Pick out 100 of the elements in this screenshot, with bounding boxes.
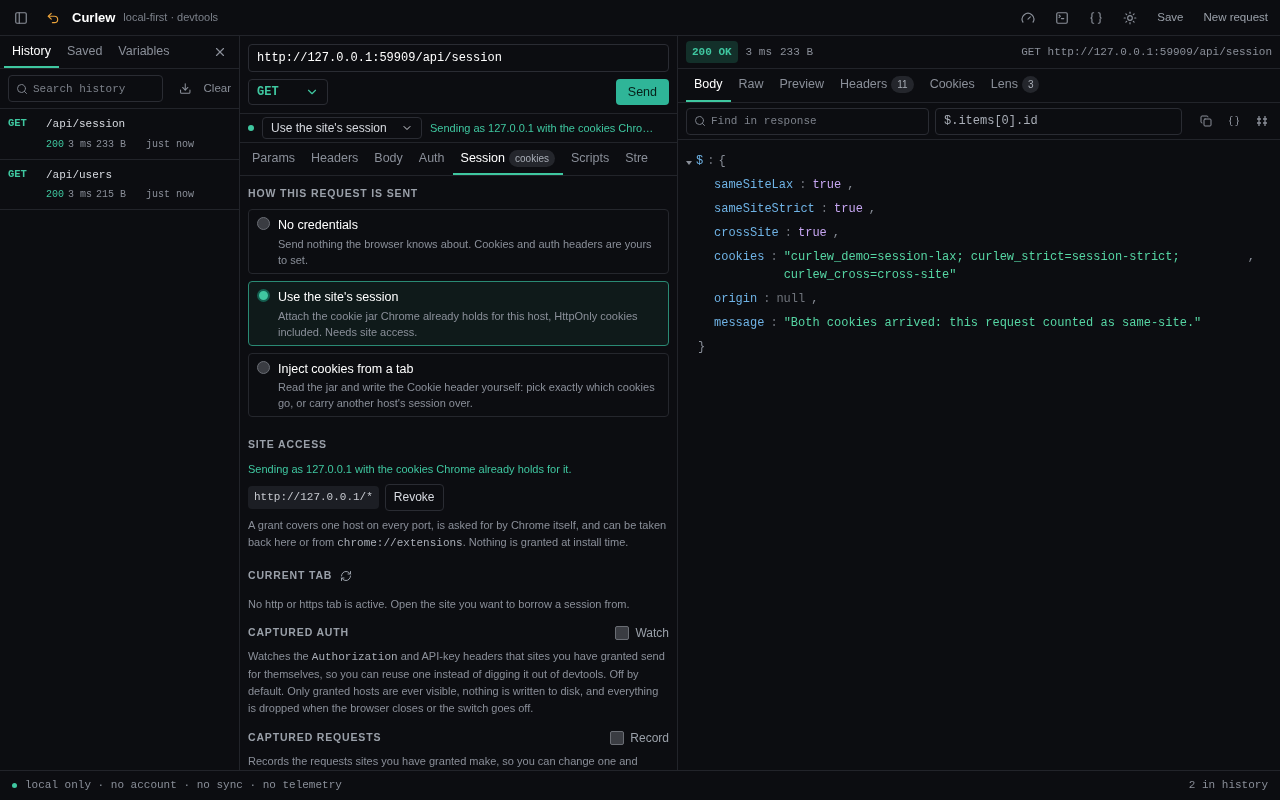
checkbox[interactable] (610, 731, 625, 745)
json-comma: , (1247, 249, 1255, 266)
section-heading: CAPTURED REQUESTS (248, 730, 382, 746)
toolbar-button[interactable]: Save (1157, 8, 1184, 27)
sidebar-tab[interactable]: History (4, 36, 59, 68)
json-colon: : (763, 291, 771, 308)
caret-icon[interactable] (686, 160, 692, 166)
response-tab[interactable]: Body (686, 69, 731, 102)
request-path: /api/session (46, 117, 127, 132)
toggle-checkbox[interactable]: Record (610, 729, 669, 747)
credential-option[interactable]: No credentials Send nothing the browser knows about. Cookies and auth headers are yours to set. (248, 209, 669, 274)
count-badge: 3 (1021, 76, 1040, 93)
terminal-icon[interactable] (1055, 10, 1070, 25)
json-value: true (834, 201, 863, 218)
option-description: Read the jar and write the Cookie header yourself: pick exactly which cookies go, or carry another host's session over. (278, 380, 656, 412)
session-mode-select[interactable]: Use the site's session (262, 117, 422, 140)
option-title: Inject cookies from a tab (278, 360, 415, 378)
revoke-button[interactable]: Revoke (384, 483, 444, 511)
credential-option[interactable]: Inject cookies from a tab Read the jar and write the Cookie header yourself: pick exactly which cookies go, or carry another host's session over. (248, 352, 669, 418)
json-key: sameSiteLax (714, 176, 794, 194)
sidebar-toggle-icon[interactable] (14, 10, 28, 25)
radio-button[interactable] (257, 288, 270, 302)
send-button[interactable]: Send (615, 79, 669, 105)
request-tab[interactable]: Auth (410, 143, 453, 176)
request-path: /api/users (46, 167, 113, 183)
history-item[interactable]: GET /api/session 200 3 ms 233 B just now (0, 109, 239, 160)
response-tab[interactable]: Raw (730, 69, 772, 102)
request-tab[interactable]: Headers (303, 143, 367, 176)
request-tab[interactable]: Session cookies (452, 143, 563, 176)
curved-arrow-logo-icon (46, 10, 60, 25)
access-status: Sending as 127.0.0.1 with the cookies Chrome already holds for it. (248, 462, 573, 478)
grant-note: A grant covers one host on every port, is asked for by Chrome itself, and can be taken back here or from chrome://extensions. Nothing is granted at install time. (248, 517, 668, 551)
history-item[interactable]: GET /api/users 200 3 ms 215 B just now (0, 159, 239, 210)
duration: 3 ms (68, 137, 93, 152)
current-tab-note: No http or https tab is active. Open the site you want to borrow a session from. (248, 596, 631, 612)
grant-pattern: http://127.0.0.1/* (248, 486, 379, 509)
section-heading: SITE ACCESS (248, 438, 327, 451)
copy-icon[interactable] (1200, 115, 1212, 127)
request-tab[interactable]: Stre (617, 143, 657, 176)
find-field[interactable]: Find in response (686, 107, 929, 135)
response-tab[interactable]: Cookies (921, 69, 983, 102)
request-tab[interactable]: Params (244, 143, 304, 176)
braces-icon[interactable] (1228, 115, 1240, 127)
timestamp: just now (146, 188, 195, 202)
timestamp: just now (146, 137, 195, 152)
tab-badge: cookies (509, 149, 555, 167)
response-tab[interactable]: Preview (771, 69, 832, 102)
theme-icon[interactable] (1123, 10, 1138, 25)
json-key: message (714, 314, 765, 332)
option-title: No credentials (278, 217, 359, 234)
method-label: GET (8, 166, 28, 182)
json-colon: : (770, 249, 778, 266)
search-icon (694, 115, 706, 128)
response-tab[interactable]: Headers 11 (832, 69, 922, 102)
json-key: sameSiteStrict (714, 200, 815, 218)
download-icon[interactable] (179, 82, 192, 95)
json-brace: } (697, 339, 707, 356)
requests-note: Records the requests sites you have granted make, so you can change one and (248, 754, 639, 769)
count-badge: 11 (891, 76, 914, 93)
request-tab[interactable]: Scripts (562, 143, 618, 176)
app-subtitle: local-first · devtools (123, 10, 219, 26)
method-label: GET (8, 116, 28, 131)
option-description: Attach the cookie jar Chrome already holds for this host, HttpOnly cookies included. Needs site access. (278, 308, 639, 340)
sidebar-tab[interactable]: Saved (58, 36, 111, 68)
status-text: local only · no account · no sync · no telemetry (25, 778, 342, 794)
option-title: Use the site's session (278, 288, 400, 306)
toolbar-button[interactable]: New request (1203, 8, 1268, 27)
url-field[interactable]: http://127.0.0.1:59909/api/session (248, 44, 669, 72)
checkbox-label: Watch (635, 625, 669, 642)
checkbox[interactable] (615, 626, 630, 640)
braces-icon[interactable] (1089, 10, 1104, 25)
radio-button[interactable] (257, 217, 270, 230)
json-root: $ (696, 153, 704, 170)
json-key: cookies (714, 248, 765, 266)
method-select[interactable]: GET (248, 79, 328, 105)
columns-icon[interactable] (1256, 115, 1268, 127)
credential-option[interactable]: Use the site's session Attach the cookie jar Chrome already holds for this host, HttpOnly cookies included. Needs site access. (248, 280, 669, 346)
sidebar-tab[interactable]: Variables (110, 36, 178, 68)
status-code: 200 (46, 137, 64, 152)
path-query-field[interactable]: $.items[0].id (935, 107, 1182, 135)
json-comma: , (847, 177, 855, 194)
app-title: Curlew (72, 8, 116, 27)
size: 215 B (96, 188, 127, 202)
search-field[interactable]: Search history (8, 75, 163, 103)
radio-button[interactable] (257, 360, 270, 374)
refresh-icon[interactable] (340, 569, 353, 582)
json-key: origin (714, 290, 758, 308)
response-tab[interactable]: Lens 3 (982, 69, 1048, 102)
search-icon (16, 82, 28, 95)
clear-button[interactable]: Clear (203, 79, 231, 98)
auth-note: Watches the Authorization and API-key headers that sites you have granted send for themselves, so you can reuse one instead of digging it out of devtools. Off by default. Only granted hosts are ever visible, nothing is written to disk, and everything is dropped when the browser closes or the switch goes off. (248, 649, 666, 716)
size: 233 B (96, 137, 127, 152)
json-colon: : (784, 225, 792, 242)
request-tab[interactable]: Body (366, 143, 411, 176)
json-value: true (798, 225, 827, 242)
gauge-icon[interactable] (1021, 10, 1036, 25)
json-brace: { (718, 153, 726, 170)
close-icon[interactable] (213, 45, 227, 59)
json-value: null (776, 291, 806, 308)
toggle-checkbox[interactable]: Watch (615, 624, 669, 642)
